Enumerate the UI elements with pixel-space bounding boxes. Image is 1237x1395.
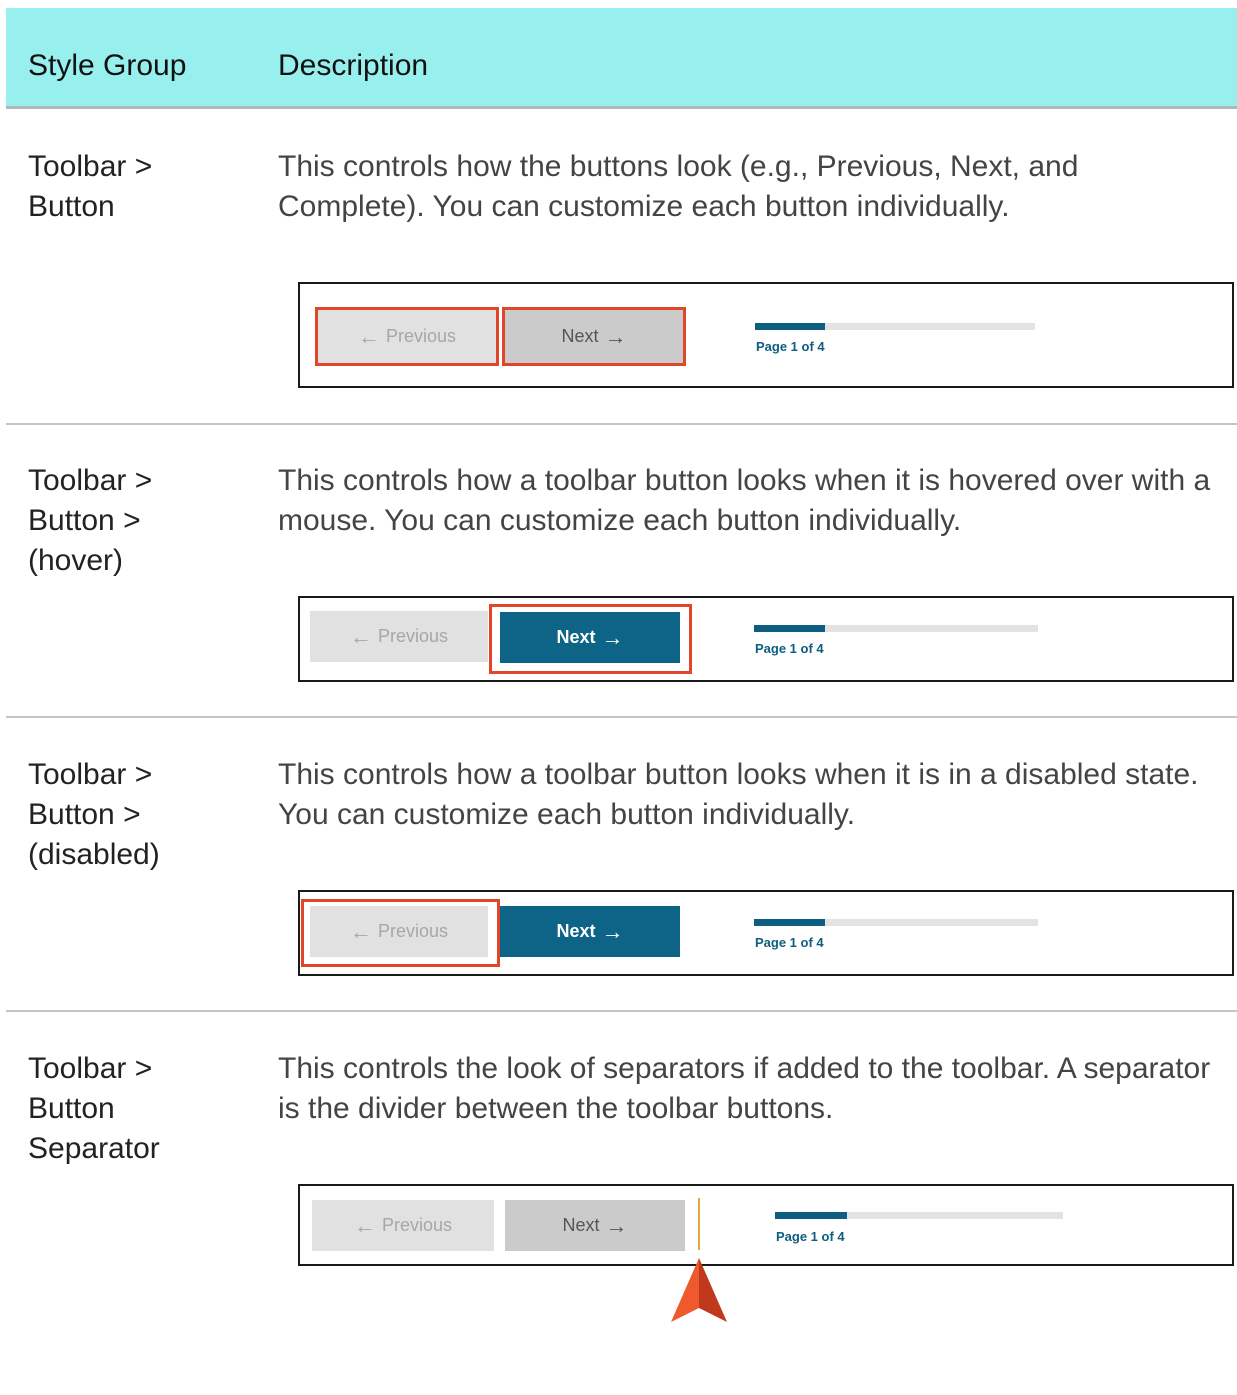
arrow-right-icon: → — [601, 918, 624, 944]
next-button-hover[interactable]: Next → — [500, 612, 680, 663]
progress-fill — [754, 919, 825, 926]
progress-bar — [775, 1212, 1063, 1219]
page-label: Page 1 of 4 — [755, 641, 824, 656]
progress-fill — [755, 323, 825, 330]
next-label: Next — [556, 627, 596, 647]
pointer-arrow-icon — [671, 1258, 727, 1322]
group-line: Toolbar > — [28, 464, 153, 497]
progress-bar — [755, 323, 1035, 330]
row-3-style-group: Toolbar > Button > (disabled) — [28, 755, 160, 875]
page-label: Page 1 of 4 — [776, 1229, 845, 1244]
previous-button[interactable]: ← Previous — [310, 611, 488, 662]
group-line: (hover) — [28, 544, 124, 577]
row-4-style-group: Toolbar > Button Separator — [28, 1049, 160, 1169]
pointer-arrow-face — [671, 1258, 699, 1322]
toolbar-preview-3: ← Previous Next → Page 1 of 4 — [298, 890, 1234, 976]
group-line: Toolbar > — [28, 1052, 153, 1085]
progress-fill — [754, 625, 825, 632]
pointer-arrow-shade — [699, 1258, 727, 1322]
arrow-left-icon: ← — [353, 1212, 376, 1238]
progress-bar — [754, 625, 1038, 632]
toolbar-preview-4: ← Previous Next → Page 1 of 4 — [298, 1184, 1234, 1266]
row-divider — [6, 1010, 1237, 1012]
arrow-right-icon: → — [604, 323, 627, 349]
row-divider — [6, 423, 1237, 425]
group-line: Button — [28, 190, 115, 223]
toolbar-preview-1: ← Previous Next → Page 1 of 4 — [298, 282, 1234, 388]
group-line: Separator — [28, 1132, 160, 1165]
group-line: Button > — [28, 504, 141, 537]
row-2-style-group: Toolbar > Button > (hover) — [28, 461, 152, 581]
arrow-left-icon: ← — [357, 323, 380, 349]
next-button[interactable]: Next → — [505, 1200, 685, 1251]
row-1-style-group: Toolbar > Button — [28, 147, 152, 227]
next-button[interactable]: Next → — [502, 307, 686, 366]
next-label: Next — [556, 921, 596, 941]
arrow-right-icon: → — [601, 624, 624, 650]
header-description: Description — [278, 49, 429, 82]
group-line: Button — [28, 1092, 115, 1125]
previous-button-disabled[interactable]: ← Previous — [310, 906, 488, 957]
next-button[interactable]: Next → — [500, 906, 680, 957]
arrow-left-icon: ← — [349, 918, 372, 944]
group-line: Toolbar > — [28, 150, 153, 183]
page-label: Page 1 of 4 — [756, 339, 825, 354]
group-line: (disabled) — [28, 838, 160, 871]
next-label: Next — [562, 1215, 600, 1235]
progress-fill — [775, 1212, 847, 1219]
toolbar-preview-2: ← Previous Next → Page 1 of 4 — [298, 596, 1234, 682]
previous-button[interactable]: ← Previous — [312, 1200, 494, 1251]
progress-bar — [754, 919, 1038, 926]
page-label: Page 1 of 4 — [755, 935, 824, 950]
previous-label: Previous — [377, 921, 449, 941]
row-1-description: This controls how the buttons look (e.g.… — [278, 150, 1079, 223]
header-style-group: Style Group — [28, 49, 187, 82]
group-line: Toolbar > — [28, 758, 153, 791]
previous-label: Previous — [385, 326, 457, 346]
toolbar-separator — [698, 1198, 700, 1250]
group-line: Button > — [28, 798, 141, 831]
previous-label: Previous — [377, 626, 449, 646]
row-2-description: This controls how a toolbar button looks… — [278, 464, 1211, 537]
table-header — [6, 8, 1237, 109]
row-divider — [6, 716, 1237, 718]
arrow-left-icon: ← — [349, 623, 372, 649]
arrow-right-icon: → — [605, 1212, 628, 1238]
previous-label: Previous — [381, 1215, 453, 1235]
row-3-description: This controls how a toolbar button looks… — [278, 758, 1199, 831]
previous-button[interactable]: ← Previous — [315, 307, 499, 366]
row-4-description: This controls the look of separators if … — [278, 1052, 1211, 1125]
next-label: Next — [561, 326, 599, 346]
